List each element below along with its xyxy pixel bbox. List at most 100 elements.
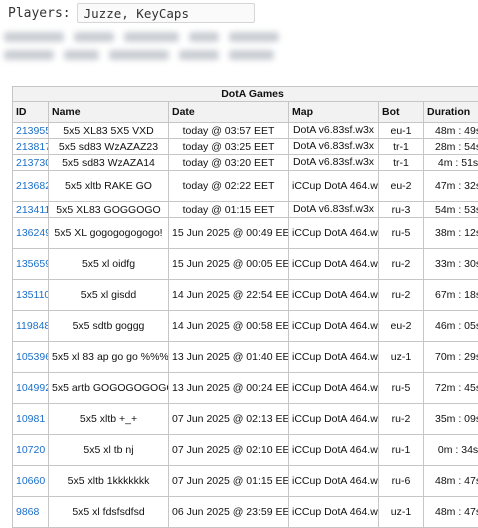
game-date-cell: 07 Jun 2025 @ 01:15 EET [169, 466, 289, 497]
table-row: 1053965x5 xl 83 ap go go %%%13 Jun 2025 … [13, 342, 478, 373]
game-name-cell: 5x5 xl tb nj [49, 435, 169, 466]
game-id-cell: 104992 [13, 373, 49, 404]
game-id-cell: 213955 [13, 123, 49, 139]
game-duration-cell: 0m : 34s [424, 435, 478, 466]
game-bot-cell: tr-1 [379, 139, 424, 155]
table-row: 107205x5 xl tb nj07 Jun 2025 @ 02:10 EET… [13, 435, 478, 466]
game-bot-cell: eu-1 [379, 123, 424, 139]
game-date-cell: today @ 01:15 EET [169, 202, 289, 218]
players-label: Players: [8, 6, 71, 21]
game-duration-cell: 35m : 09s [424, 404, 478, 435]
table-caption: DotA Games [13, 87, 478, 102]
game-date-cell: 15 Jun 2025 @ 00:49 EET [169, 218, 289, 249]
game-id-link[interactable]: 213817 [16, 141, 49, 153]
table-row: 2139555x5 XL83 5X5 VXDtoday @ 03:57 EETD… [13, 123, 478, 139]
game-bot-cell: ru-2 [379, 404, 424, 435]
game-map-cell: iCCup DotA 464.w3x [289, 404, 379, 435]
game-duration-cell: 33m : 30s [424, 249, 478, 280]
game-id-link[interactable]: 135659 [16, 258, 49, 270]
game-id-cell: 135110 [13, 280, 49, 311]
game-name-cell: 5x5 xl 83 ap go go %%% [49, 342, 169, 373]
game-duration-cell: 47m : 32s [424, 171, 478, 202]
game-id-cell: 213682 [13, 171, 49, 202]
game-duration-cell: 70m : 29s [424, 342, 478, 373]
game-id-link[interactable]: 119848 [16, 320, 49, 332]
column-header[interactable]: Date [169, 102, 289, 123]
game-bot-cell: ru-2 [379, 280, 424, 311]
game-id-link[interactable]: 213411 [16, 204, 49, 216]
game-id-link[interactable]: 213682 [16, 180, 49, 192]
games-table: DotA Games IDNameDateMapBotDuration 2139… [12, 86, 478, 528]
column-header[interactable]: Map [289, 102, 379, 123]
game-duration-cell: 4m : 51s [424, 155, 478, 171]
game-map-cell: iCCup DotA 464.w3x [289, 466, 379, 497]
game-id-cell: 10720 [13, 435, 49, 466]
game-id-cell: 213730 [13, 155, 49, 171]
table-row: 1356595x5 xl oidfg15 Jun 2025 @ 00:05 EE… [13, 249, 478, 280]
table-row: 1362495x5 XL gogogogogogo!15 Jun 2025 @ … [13, 218, 478, 249]
game-name-cell: 5x5 sd83 WzAZAZ23 [49, 139, 169, 155]
game-bot-cell: ru-3 [379, 202, 424, 218]
table-row: 2134115x5 XL83 GOGGOGOtoday @ 01:15 EETD… [13, 202, 478, 218]
game-id-link[interactable]: 213955 [16, 125, 49, 137]
table-row: 2138175x5 sd83 WzAZAZ23today @ 03:25 EET… [13, 139, 478, 155]
game-name-cell: 5x5 artb GOGOGOGOGO [49, 373, 169, 404]
game-duration-cell: 46m : 05s [424, 311, 478, 342]
game-bot-cell: eu-2 [379, 171, 424, 202]
game-map-cell: DotA v6.83sf.w3x [289, 202, 379, 218]
game-id-link[interactable]: 10720 [16, 444, 45, 456]
game-duration-cell: 72m : 45s [424, 373, 478, 404]
game-name-cell: 5x5 XL gogogogogogo! [49, 218, 169, 249]
game-duration-cell: 28m : 54s [424, 139, 478, 155]
game-date-cell: 14 Jun 2025 @ 22:54 EET [169, 280, 289, 311]
game-bot-cell: uz-1 [379, 497, 424, 528]
game-id-link[interactable]: 213730 [16, 157, 49, 169]
game-map-cell: iCCup DotA 464.w3x [289, 311, 379, 342]
game-id-link[interactable]: 135110 [16, 289, 49, 301]
game-name-cell: 5x5 xl gisdd [49, 280, 169, 311]
game-date-cell: today @ 03:57 EET [169, 123, 289, 139]
game-duration-cell: 54m : 53s [424, 202, 478, 218]
column-header[interactable]: ID [13, 102, 49, 123]
game-id-link[interactable]: 10981 [16, 413, 45, 425]
game-id-cell: 9868 [13, 497, 49, 528]
game-id-cell: 135659 [13, 249, 49, 280]
table-row: 1049925x5 artb GOGOGOGOGO13 Jun 2025 @ 0… [13, 373, 478, 404]
game-date-cell: 13 Jun 2025 @ 00:24 EET [169, 373, 289, 404]
game-bot-cell: ru-5 [379, 218, 424, 249]
game-name-cell: 5x5 XL83 GOGGOGO [49, 202, 169, 218]
game-date-cell: 13 Jun 2025 @ 01:40 EET [169, 342, 289, 373]
game-date-cell: 06 Jun 2025 @ 23:59 EET [169, 497, 289, 528]
players-input[interactable]: Juzze, KeyCaps [77, 3, 255, 23]
game-duration-cell: 67m : 18s [424, 280, 478, 311]
column-header[interactable]: Bot [379, 102, 424, 123]
game-id-link[interactable]: 10660 [16, 475, 45, 487]
game-map-cell: iCCup DotA 464.w3x [289, 249, 379, 280]
game-id-link[interactable]: 136249 [16, 227, 49, 239]
game-id-link[interactable]: 104992 [16, 382, 49, 394]
game-date-cell: 07 Jun 2025 @ 02:13 EET [169, 404, 289, 435]
game-id-cell: 105396 [13, 342, 49, 373]
game-id-cell: 213411 [13, 202, 49, 218]
game-id-cell: 10981 [13, 404, 49, 435]
game-name-cell: 5x5 xltb RAKE GO [49, 171, 169, 202]
game-duration-cell: 48m : 47s [424, 466, 478, 497]
game-bot-cell: ru-1 [379, 435, 424, 466]
game-id-link[interactable]: 9868 [16, 506, 39, 518]
game-id-cell: 10660 [13, 466, 49, 497]
game-bot-cell: eu-2 [379, 311, 424, 342]
column-header[interactable]: Duration [424, 102, 478, 123]
game-name-cell: 5x5 xltb +_+ [49, 404, 169, 435]
game-map-cell: DotA v6.83sf.w3x [289, 155, 379, 171]
game-map-cell: DotA v6.83sf.w3x [289, 123, 379, 139]
game-name-cell: 5x5 sd83 WzAZA14 [49, 155, 169, 171]
game-id-link[interactable]: 105396 [16, 351, 49, 363]
game-date-cell: 14 Jun 2025 @ 00:58 EET [169, 311, 289, 342]
game-name-cell: 5x5 xl oidfg [49, 249, 169, 280]
game-date-cell: today @ 03:25 EET [169, 139, 289, 155]
game-bot-cell: ru-6 [379, 466, 424, 497]
game-bot-cell: uz-1 [379, 342, 424, 373]
game-id-cell: 119848 [13, 311, 49, 342]
blurred-row [4, 28, 279, 46]
column-header[interactable]: Name [49, 102, 169, 123]
